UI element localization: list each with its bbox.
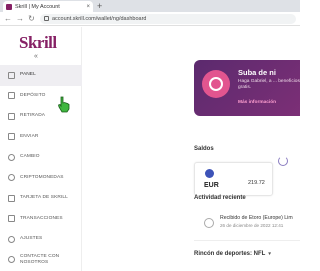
list-item[interactable]: Recibido de Etoro (Europe) Lim 26 de dic… (194, 209, 300, 241)
promo-text: Haga Gabriel, a ... beneficios gratis. (238, 79, 300, 91)
crypto-icon (8, 174, 15, 182)
back-icon[interactable]: ← (4, 14, 12, 23)
sidebar-item-contact[interactable]: CONTACTE CON NOSOTROS (0, 250, 82, 271)
hand-pointer-cursor-icon (58, 96, 70, 113)
main-content: Suba de ni Haga Gabriel, a ... beneficio… (83, 27, 300, 271)
tab-strip: Skrill | My Account × + (0, 0, 300, 12)
contact-icon (8, 256, 15, 264)
skrill-logo[interactable]: Skrill (19, 33, 57, 53)
sidebar-item-card[interactable]: TARJETA DE SKRILL (0, 188, 82, 209)
gear-icon (8, 235, 15, 243)
new-tab-button[interactable]: + (97, 0, 102, 12)
currency-code: EUR (204, 182, 219, 189)
sidebar-item-label: ENVIAR (20, 133, 39, 139)
dashboard-icon (8, 71, 15, 79)
sidebar-item-label: RETIRADA (20, 113, 46, 119)
sidebar-item-label: TARJETA DE SKRILL (20, 195, 68, 201)
skrill-favicon-icon (6, 3, 12, 10)
balance-card-eur[interactable]: EUR 219.72 (194, 162, 273, 196)
browser-toolbar: ← → ↻ account.skrill.com/wallet/ng/dashb… (0, 12, 300, 26)
chevron-down-icon: ▾ (268, 251, 271, 257)
browser-window: Skrill | My Account × + ← → ↻ account.sk… (0, 0, 300, 271)
browser-tab[interactable]: Skrill | My Account × (3, 1, 93, 12)
sidebar-item-label: CRIPTOMONEDAS (20, 174, 64, 180)
balance-amount: 219.72 (248, 180, 265, 186)
sidebar-item-settings[interactable]: AJUSTES (0, 229, 82, 250)
transactions-icon (8, 215, 15, 223)
promo-banner[interactable]: Suba de ni Haga Gabriel, a ... beneficio… (194, 60, 300, 116)
sidebar-item-crypto[interactable]: CRIPTOMONEDAS (0, 168, 82, 189)
sidebar: Skrill « PANEL DEPÓSITO RETIRADA ENVIAR … (0, 27, 82, 271)
transaction-date: 26 de diciembre de 2022 12:41 (220, 223, 284, 228)
promo-title: Suba de ni (238, 68, 276, 77)
sports-corner-label: Rincón de deportes: NFL (194, 251, 266, 257)
sports-corner-dropdown[interactable]: Rincón de deportes: NFL ▾ (194, 251, 271, 257)
sidebar-item-label: CAMBIO (20, 154, 40, 160)
promo-more-info-link[interactable]: Más información (238, 100, 276, 105)
lock-icon (44, 16, 49, 21)
recent-activity-heading: Actividad reciente (194, 195, 246, 201)
sidebar-item-label: DEPÓSITO (20, 92, 46, 98)
loading-spinner-icon (278, 156, 288, 166)
tab-title: Skrill | My Account (15, 3, 60, 10)
transaction-description: Recibido de Etoro (Europe) Lim (220, 215, 293, 221)
transaction-icon (204, 218, 214, 228)
sidebar-item-label: AJUSTES (20, 236, 43, 242)
send-icon (8, 133, 15, 141)
withdraw-icon (8, 112, 15, 120)
sidebar-item-label: PANEL (20, 72, 36, 78)
deposit-icon (8, 92, 15, 100)
eu-flag-icon (205, 169, 214, 178)
collapse-sidebar-icon[interactable]: « (34, 53, 38, 60)
reload-icon[interactable]: ↻ (28, 14, 35, 23)
sidebar-item-label: CONTACTE CON NOSOTROS (20, 254, 60, 265)
tab-close-icon[interactable]: × (86, 4, 90, 10)
sidebar-item-label: TRANSACCIONES (20, 215, 63, 221)
address-bar[interactable]: account.skrill.com/wallet/ng/dashboard (40, 13, 296, 24)
forward-icon[interactable]: → (16, 14, 24, 23)
exchange-icon (8, 153, 15, 161)
sidebar-item-send[interactable]: ENVIAR (0, 127, 82, 148)
card-icon (8, 194, 15, 202)
balances-heading: Saldos (194, 146, 214, 152)
sidebar-item-transactions[interactable]: TRANSACCIONES (0, 209, 82, 230)
promo-badge-icon (202, 70, 230, 98)
sidebar-item-panel[interactable]: PANEL (0, 65, 82, 86)
url-text: account.skrill.com/wallet/ng/dashboard (52, 15, 147, 22)
sidebar-item-exchange[interactable]: CAMBIO (0, 147, 82, 168)
